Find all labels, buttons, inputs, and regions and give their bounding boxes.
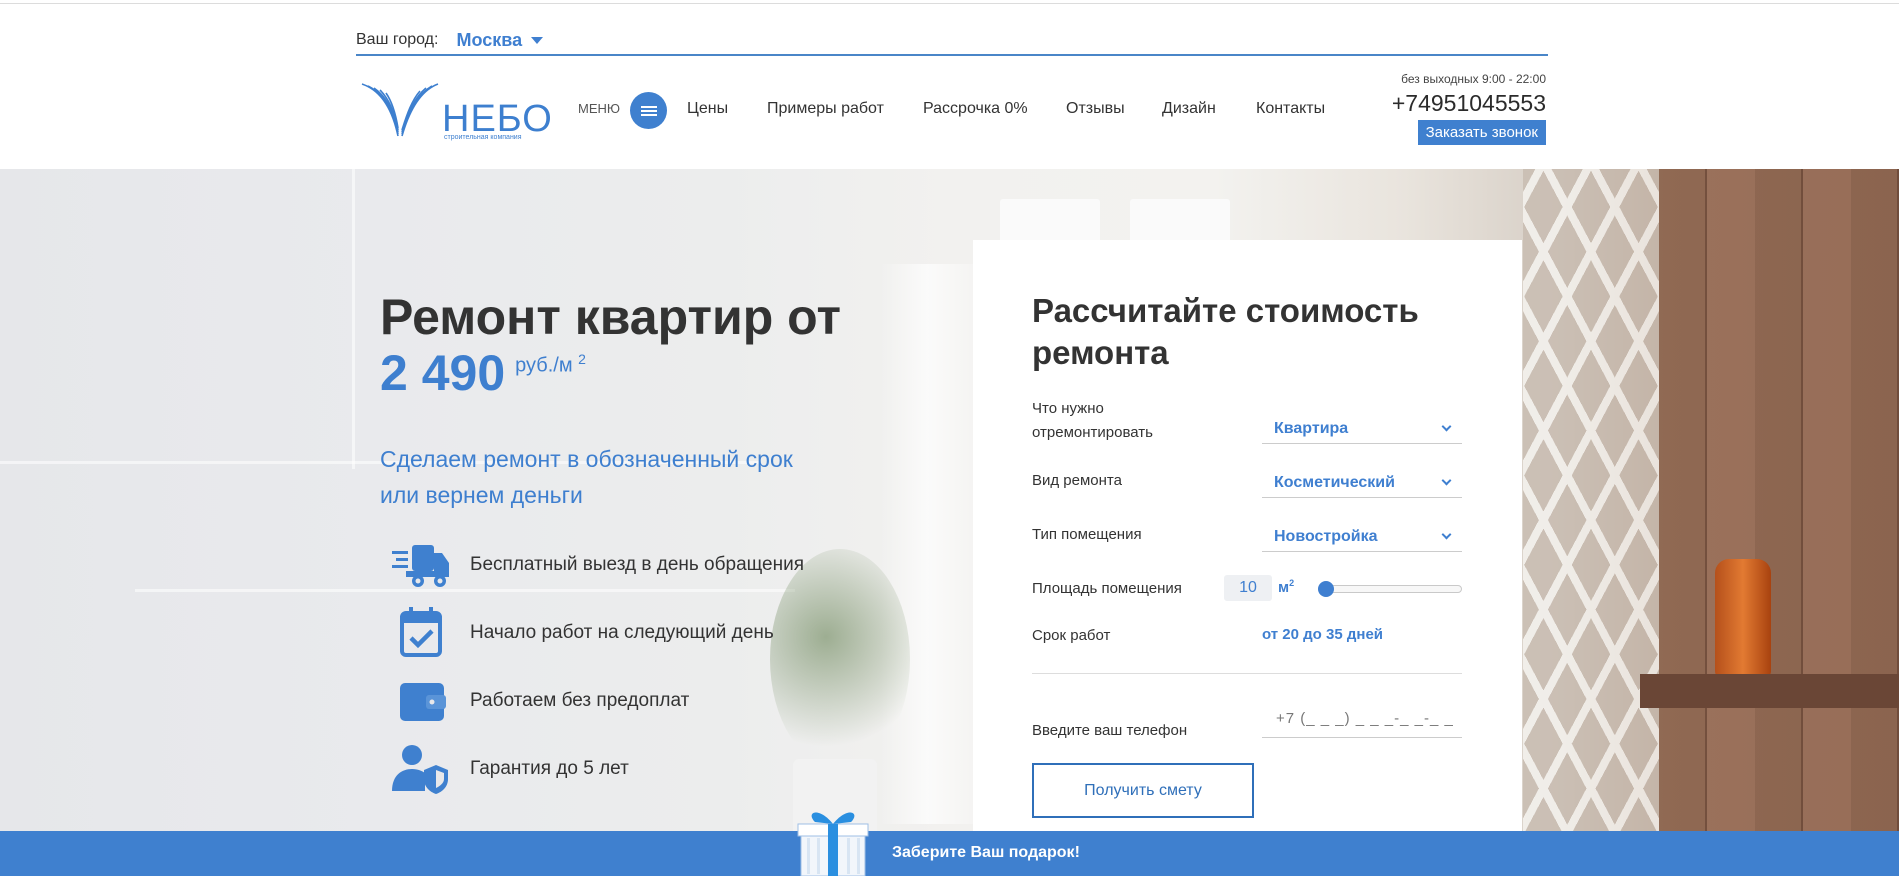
nav-item-portfolio[interactable]: Примеры работ [767,100,884,118]
feature-text: Работаем без предоплат [470,690,690,711]
phone-input[interactable] [1262,700,1462,738]
delivery-truck-icon [392,545,449,587]
background-room-line [352,169,355,469]
hamburger-icon [640,105,657,116]
top-divider [0,0,1899,4]
background-lattice-panel [1523,169,1659,831]
feature-text: Гарантия до 5 лет [470,758,629,779]
area-slider[interactable] [1318,581,1462,597]
logo[interactable]: НЕБО строительная компания [360,76,552,146]
calendar-check-icon [400,607,442,657]
what-select[interactable]: Квартира [1262,414,1462,444]
hero-title: Ремонт квартир от [380,289,841,345]
background-plant [770,549,910,769]
nav-item-prices[interactable]: Цены [687,100,728,118]
nav-item-contacts[interactable]: Контакты [1256,100,1325,118]
nav-item-reviews[interactable]: Отзывы [1066,100,1125,118]
area-input[interactable]: 10 [1224,575,1272,601]
caret-down-icon [531,36,544,44]
header-contacts: без выходных 9:00 - 22:00 +74951045553 З… [1346,72,1546,145]
nav-item-installment[interactable]: Рассрочка 0% [923,100,1028,118]
phone-label: Введите ваш телефон [1032,722,1188,739]
city-select[interactable]: Москва [456,29,544,51]
wallet-icon [400,683,446,721]
form-divider [1032,673,1462,674]
room-type-value: Новостройка [1274,527,1378,545]
room-type-select[interactable]: Новостройка [1262,522,1462,552]
hero-subtitle: Сделаем ремонт в обозначенный срок или в… [380,446,793,508]
background-shelf [1640,674,1899,708]
area-label: Площадь помещения [1032,580,1182,597]
logo-subtitle: строительная компания [444,134,522,141]
price-value: 2 490 [380,345,506,401]
feature-text: Начало работ на следующий день [470,622,774,643]
menu-button[interactable] [630,92,667,129]
callback-button[interactable]: Заказать звонок [1417,120,1546,145]
working-hours: без выходных 9:00 - 22:00 [1401,72,1546,86]
background-vase [1715,559,1771,679]
header-phone[interactable]: +74951045553 [1346,90,1546,117]
gift-bar[interactable]: Заберите Ваш подарок! [0,831,1899,876]
feature-item: Бесплатный выезд в день обращения [392,539,804,591]
feature-text: Бесплатный выезд в день обращения [470,554,805,575]
repair-type-label: Вид ремонта [1032,472,1122,489]
background-room-line [135,589,795,592]
repair-type-select[interactable]: Косметический [1262,468,1462,498]
menu-label: МЕНЮ [578,101,621,116]
what-value: Квартира [1274,419,1349,437]
area-unit: м2 [1278,578,1295,596]
get-estimate-button[interactable]: Получить смету [1032,763,1254,818]
area-slider-thumb[interactable] [1318,581,1335,597]
user-shield-icon [392,745,448,794]
room-type-label: Тип помещения [1032,526,1142,543]
background-wood-wall [1659,169,1899,831]
gift-box-icon[interactable] [795,802,871,876]
repair-type-value: Косметический [1274,473,1395,491]
feature-item: Гарантия до 5 лет [392,743,629,795]
cost-calculator-form: Рассчитайте стоимость ремонта Что нужно … [973,240,1522,840]
city-value: Москва [456,29,523,50]
term-value: от 20 до 35 дней [1262,626,1384,643]
gift-text[interactable]: Заберите Ваш подарок! [892,844,1080,862]
price-unit: руб./м 2 [515,351,586,377]
chevron-down-icon [1441,421,1452,432]
chevron-down-icon [1441,475,1452,486]
feature-item: Работаем без предоплат [392,675,689,727]
chevron-down-icon [1441,529,1452,540]
site-header: Ваш город: Москва НЕБО строительная комп… [0,0,1899,169]
city-label: Ваш город: [356,31,439,48]
wings-logo-icon [361,83,439,137]
term-label: Срок работ [1032,627,1111,644]
feature-item: Начало работ на следующий день [392,607,774,659]
background-curtain [880,264,975,824]
hero-price: 2 490 руб./м 2 [380,345,586,401]
hero-section: Ремонт квартир от 2 490 руб./м 2 Сделаем… [0,169,1899,831]
what-label: Что нужно отремонтировать [1032,400,1153,441]
city-row: Ваш город: Москва [356,26,1548,56]
nav-item-design[interactable]: Дизайн [1162,100,1216,118]
calculator-title: Рассчитайте стоимость ремонта [1032,292,1419,371]
